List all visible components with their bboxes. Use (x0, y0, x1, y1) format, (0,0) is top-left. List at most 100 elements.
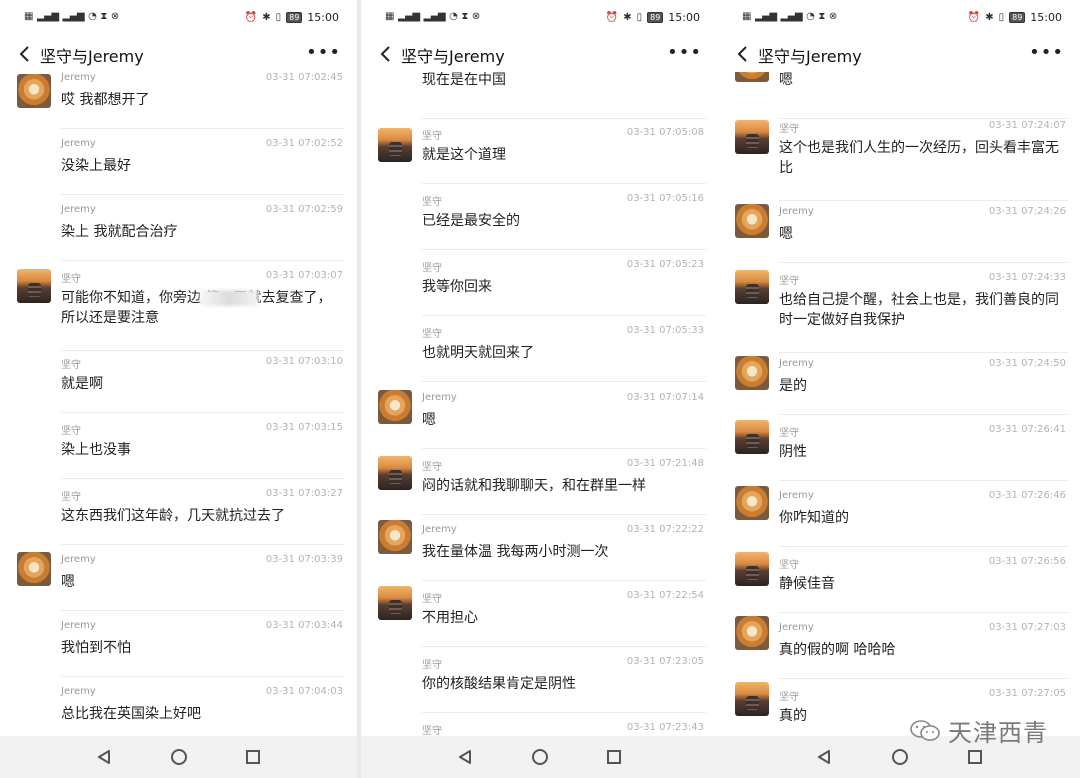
avatar[interactable] (17, 74, 51, 108)
sender-name: Jeremy (61, 72, 96, 83)
nav-recent-icon[interactable] (967, 750, 982, 764)
avatar[interactable] (735, 682, 769, 716)
watermark: 天津西青 (910, 713, 1048, 748)
message-timestamp: 03-31 07:02:45 (265, 72, 343, 83)
nav-back-icon[interactable] (816, 749, 832, 765)
message-divider (422, 315, 706, 316)
message-text: 染上也没事 (61, 442, 131, 458)
avatar[interactable] (17, 552, 51, 586)
avatar[interactable] (735, 420, 769, 454)
message-divider (61, 128, 345, 129)
message-item: 坚守 03-31 07:24:07 这个也是我们人生的一次经历，回头看丰富无比 (718, 120, 1080, 201)
avatar[interactable] (735, 204, 769, 238)
back-arrow-icon[interactable] (18, 44, 32, 64)
hourglass-icon: ⧗ (461, 11, 468, 22)
nav-recent-icon[interactable] (246, 750, 261, 764)
back-arrow-icon[interactable] (736, 44, 750, 64)
avatar[interactable] (378, 520, 412, 554)
message-item: 坚守 03-31 07:23:05 你的核酸结果肯定是阴性 (361, 656, 718, 716)
message-timestamp: 03-31 07:05:16 (626, 193, 704, 204)
message-text: 我等你回来 (422, 279, 492, 295)
message-divider (422, 646, 706, 647)
message-divider (779, 200, 1068, 201)
chat-header: 坚守与Jeremy ••• (0, 36, 357, 72)
status-time: 15:00 (668, 11, 700, 24)
message-timestamp: 03-31 07:23:05 (626, 656, 704, 667)
message-list: 现在是在中国 坚守 03-31 07:05:08 就是这个道理 坚守 03-31 07:0… (361, 72, 718, 736)
message-timestamp: 03-31 07:03:27 (265, 488, 343, 499)
message-divider (779, 262, 1068, 263)
status-icons-left: ▦ ▂▄▆ ▂▄▆ ◔ ⧗ ⊗ (385, 11, 480, 22)
message-item: 坚守 03-31 07:03:27 这东西我们这年龄，几天就抗过去了 (0, 488, 357, 548)
sender-name: 坚守 (779, 428, 799, 439)
bluetooth-icon: ✱ (985, 12, 994, 23)
avatar[interactable] (735, 120, 769, 154)
bluetooth-icon: ✱ (623, 12, 632, 23)
nav-recent-icon[interactable] (607, 750, 622, 764)
message-item: Jeremy 03-31 07:03:44 我怕到不怕 (0, 620, 357, 680)
message-item: 坚守 03-31 07:05:33 也就明天就回来了 (361, 325, 718, 385)
sender-name: Jeremy (422, 392, 457, 403)
message-timestamp: 03-31 07:27:05 (988, 688, 1066, 699)
message-item: Jeremy 03-31 07:24:26 嗯 (718, 204, 1080, 266)
message-divider (779, 678, 1068, 679)
sender-name: 坚守 (422, 726, 442, 736)
message-divider (779, 414, 1068, 415)
phone-screen-2: ▦ ▂▄▆ ▂▄▆ ◔ ⧗ ⊗ ⏰ ✱ ▯ 89 15:00 坚守与Jeremy ••• 现在是在中国 坚守… (361, 0, 718, 778)
back-arrow-icon[interactable] (379, 44, 393, 64)
chat-title: 坚守与Jeremy (758, 47, 862, 66)
wifi-icon: ◔ (806, 11, 815, 22)
alarm-icon: ⏰ (967, 12, 981, 23)
avatar[interactable] (378, 128, 412, 162)
status-icons-left: ▦ ▂▄▆ ▂▄▆ ◔ ⧗ ⊗ (742, 11, 837, 22)
message-divider (422, 381, 706, 382)
message-timestamp: 03-31 07:24:50 (988, 358, 1066, 369)
message-divider (61, 478, 345, 479)
message-text: 阴性 (779, 444, 807, 460)
avatar[interactable] (735, 72, 769, 82)
nav-back-icon[interactable] (457, 749, 473, 765)
avatar[interactable] (378, 456, 412, 490)
status-bar: ▦ ▂▄▆ ▂▄▆ ◔ ⧗ ⊗ ⏰ ✱ ▯ 89 15:00 (0, 0, 357, 36)
nav-home-icon[interactable] (532, 749, 549, 765)
avatar[interactable] (735, 552, 769, 586)
message-text: 这个也是我们人生的一次经历，回头看丰富无比 (779, 140, 1059, 176)
message-divider (61, 350, 345, 351)
nav-home-icon[interactable] (171, 749, 188, 765)
message-text: 静候佳音 (779, 576, 835, 592)
message-text: 嗯 (779, 72, 793, 88)
avatar[interactable] (17, 269, 51, 303)
more-options-icon[interactable]: ••• (1029, 44, 1064, 62)
sender-name: Jeremy (61, 686, 96, 697)
avatar[interactable] (735, 270, 769, 304)
chat-header: 坚守与Jeremy ••• (718, 36, 1080, 72)
message-item: 现在是在中国 (361, 72, 718, 122)
signal-icon: ▂▄▆ (62, 11, 85, 22)
sender-name: Jeremy (422, 524, 457, 535)
sender-name: Jeremy (779, 358, 814, 369)
battery-icon: 89 (647, 12, 664, 23)
more-options-icon[interactable]: ••• (306, 44, 341, 62)
battery-icon: 89 (1009, 12, 1026, 23)
alarm-off-icon: ⊗ (110, 11, 119, 22)
nav-home-icon[interactable] (891, 749, 908, 765)
nav-back-icon[interactable] (96, 749, 112, 765)
message-item: Jeremy 03-31 07:27:03 真的假的啊 哈哈哈 (718, 616, 1080, 682)
more-options-icon[interactable]: ••• (667, 44, 702, 62)
avatar[interactable] (735, 356, 769, 390)
vibrate-icon: ▯ (998, 12, 1005, 23)
message-text: 这东西我们这年龄，几天就抗过去了 (61, 508, 285, 524)
avatar[interactable] (735, 486, 769, 520)
sender-name: 坚守 (422, 197, 442, 208)
message-divider (422, 249, 706, 250)
signal-icon: ▂▄▆ (423, 11, 446, 22)
message-timestamp: 03-31 07:24:33 (988, 272, 1066, 283)
avatar[interactable] (378, 390, 412, 424)
message-divider (779, 352, 1068, 353)
sender-name: 坚守 (422, 462, 442, 473)
message-timestamp: 03-31 07:04:03 (265, 686, 343, 697)
avatar[interactable] (735, 616, 769, 650)
avatar[interactable] (378, 586, 412, 620)
chat-title: 坚守与Jeremy (40, 47, 144, 66)
message-list: Jeremy 03-31 07:02:45 哎 我都想开了 Jeremy 03-31 0… (0, 72, 357, 736)
